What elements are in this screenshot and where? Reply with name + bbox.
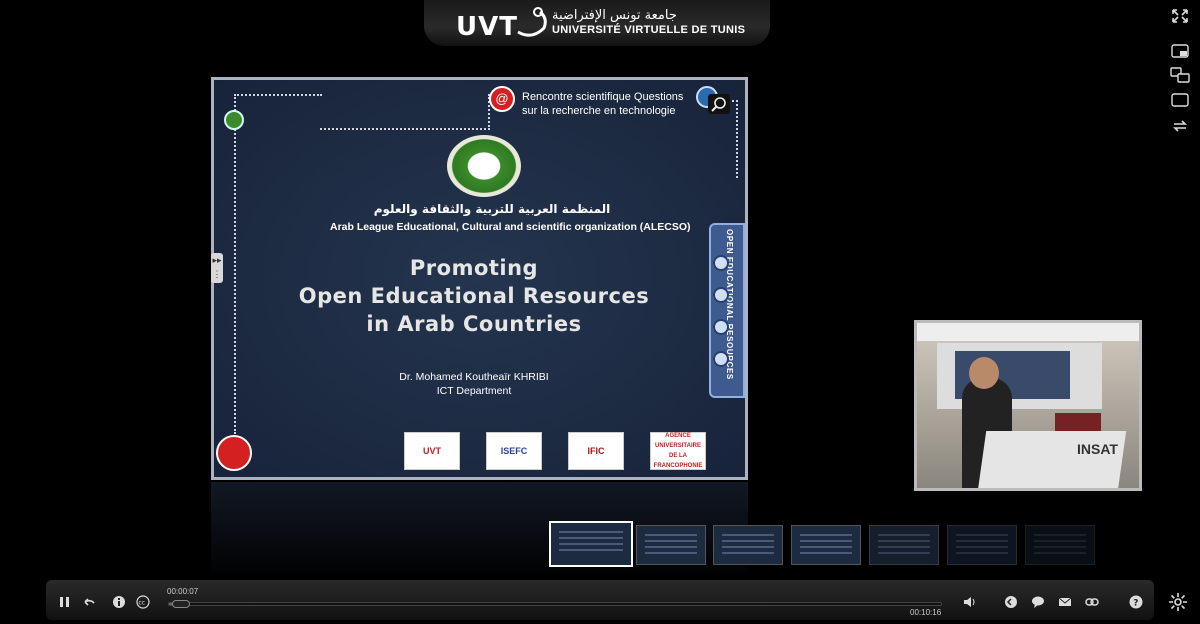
slide-thumbnail[interactable] <box>869 525 939 565</box>
logo-swirl-icon <box>517 7 547 37</box>
presentation-slide[interactable]: @ Rencontre scientifique Questions sur l… <box>211 77 748 480</box>
cc-icon[interactable]: cc <box>136 595 150 609</box>
slide-decoration-top <box>320 94 490 130</box>
slide-panel-toggle[interactable]: ▸▸ ⋮ <box>211 253 223 283</box>
slide-thumbnail[interactable] <box>549 521 633 567</box>
layout-dual-icon[interactable] <box>1170 67 1190 83</box>
partner-logo-isefc: ISEFC <box>486 432 542 470</box>
info-icon[interactable] <box>112 595 126 609</box>
partner-logo-ific: IFIC <box>568 432 624 470</box>
slide-title: Promoting Open Educational Resources in … <box>298 256 650 336</box>
seek-handle[interactable] <box>172 600 190 608</box>
speaker-video[interactable]: INSAT <box>914 320 1142 491</box>
svg-text:?: ? <box>1133 599 1138 609</box>
logo-arabic-name: جامعة تونس الإفتراضية <box>552 8 677 23</box>
alecso-emblem <box>447 135 521 197</box>
oer-band: OPEN EDUCATIONAL RESOURCES <box>709 223 745 398</box>
podium-label: INSAT <box>1077 441 1118 457</box>
seek-bar[interactable] <box>168 600 942 608</box>
chat-icon[interactable] <box>1031 595 1045 609</box>
logo-french-name: UNIVERSITÉ VIRTUELLE DE TUNIS <box>552 24 746 36</box>
screen-icon <box>216 435 252 471</box>
swap-icon[interactable] <box>1170 118 1190 134</box>
slide-thumbnail[interactable] <box>947 525 1017 565</box>
rewind-icon[interactable] <box>1004 595 1018 609</box>
back-icon[interactable] <box>82 595 96 609</box>
slide-thumbnail[interactable] <box>636 525 706 565</box>
zoom-icon[interactable] <box>708 94 730 114</box>
link-icon[interactable] <box>1085 595 1099 609</box>
slide-thumbnail[interactable] <box>791 525 861 565</box>
mail-icon[interactable] <box>1058 595 1072 609</box>
slide-header-text: Rencontre scientifique Questions sur la … <box>522 91 684 117</box>
volume-icon[interactable] <box>962 595 976 609</box>
pause-icon[interactable] <box>58 595 72 609</box>
partner-logo-uvt: UVT <box>404 432 460 470</box>
total-time: 00:10:16 <box>910 608 942 617</box>
svg-text:cc: cc <box>139 600 146 607</box>
at-icon: @ <box>489 86 515 112</box>
slide-thumbnail[interactable] <box>713 525 783 565</box>
slide-author: Dr. Mohamed Koutheaïr KHRIBI ICT Departm… <box>399 371 549 397</box>
layout-single-icon[interactable] <box>1170 92 1190 108</box>
slide-thumbnail[interactable] <box>1025 525 1095 565</box>
layout-pip-icon[interactable] <box>1170 43 1190 59</box>
fullscreen-icon[interactable] <box>1170 8 1190 24</box>
player-controls: cc 00:00:07 00:10:16 ? <box>46 580 1154 620</box>
logo-text: UVT <box>456 12 518 42</box>
partner-logo-auf: AGENCE UNIVERSITAIRE DE LA FRANCOPHONIE <box>650 432 706 470</box>
current-time: 00:00:07 <box>167 587 199 596</box>
help-icon[interactable]: ? <box>1129 595 1143 609</box>
org-arabic-name: المنظمة العربية للتربية والثقافة والعلوم <box>373 202 611 216</box>
settings-icon[interactable] <box>1168 592 1188 612</box>
bulb-icon <box>224 110 244 130</box>
org-english-name: Arab League Educational, Cultural and sc… <box>330 221 691 233</box>
uvt-logo: UVT جامعة تونس الإفتراضية UNIVERSITÉ VIR… <box>424 0 770 46</box>
